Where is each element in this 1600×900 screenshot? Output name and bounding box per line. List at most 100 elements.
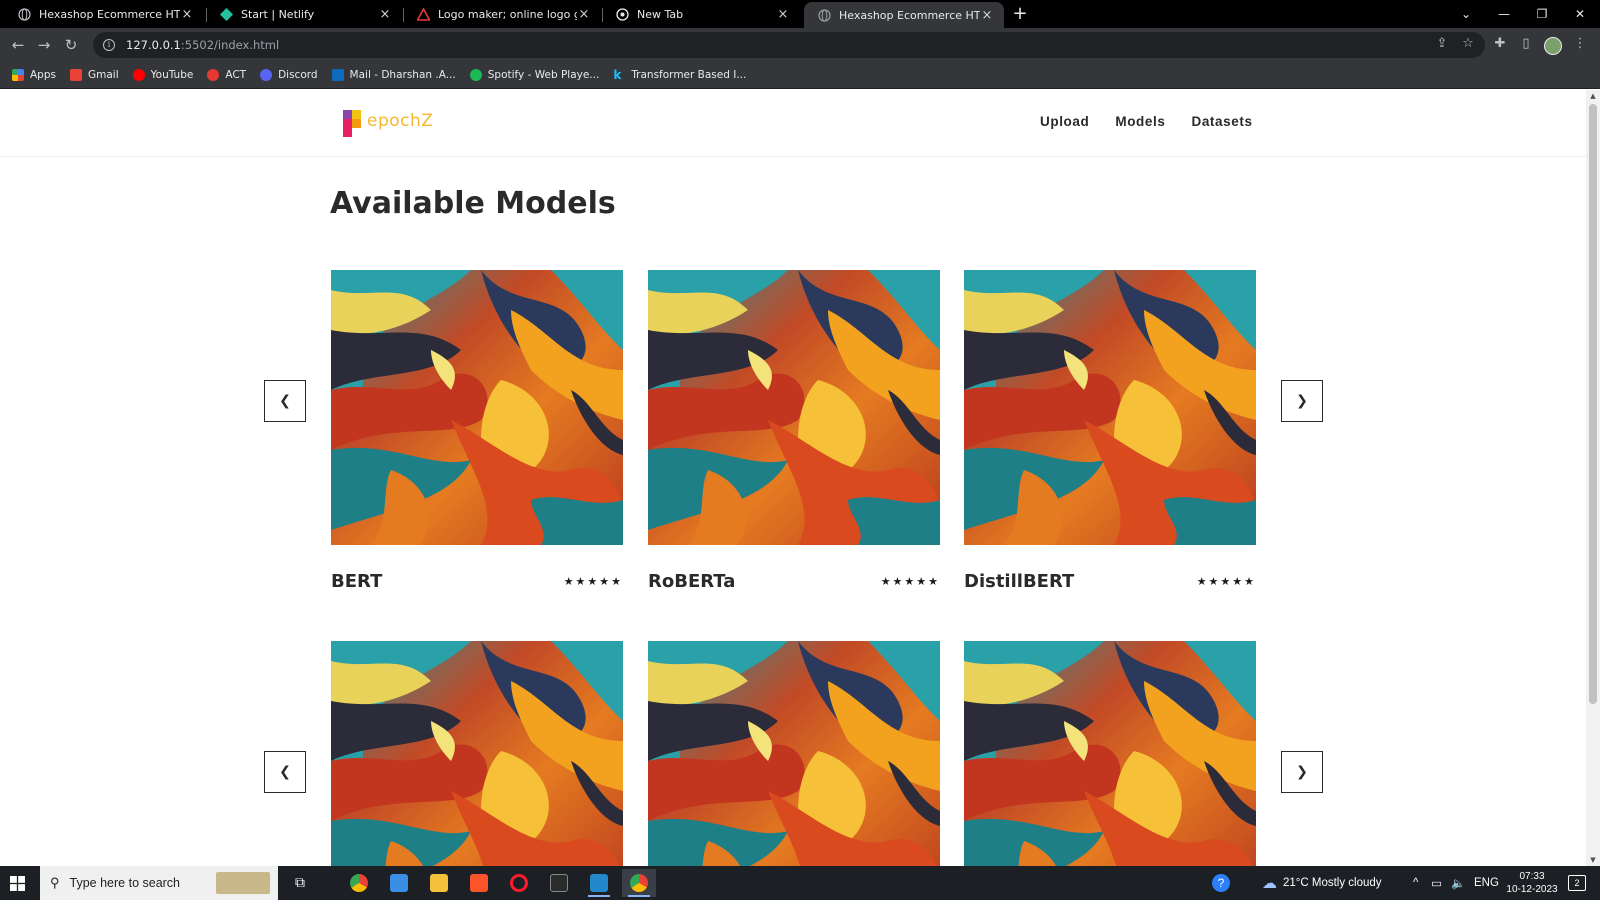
bookmark-label: Spotify - Web Playe... [487,69,600,81]
taskbar-search-input[interactable]: ⚲ Type here to search [40,866,278,900]
model-thumbnail[interactable] [964,641,1256,866]
scrollbar-thumb[interactable] [1589,104,1597,704]
scroll-down-arrow-icon[interactable]: ▼ [1589,856,1597,864]
scroll-up-arrow-icon[interactable]: ▲ [1589,92,1597,100]
terminal-icon[interactable] [542,869,576,897]
close-icon[interactable]: × [577,7,591,22]
web-page: epochZ Upload Models Datasets Available … [0,90,1586,866]
star-rating-icon: ★★★★★ [563,575,623,588]
weather-widget[interactable]: ☁ 21°C Mostly cloudy [1262,866,1382,900]
chrome-icon [616,7,629,21]
model-thumbnail[interactable] [331,270,623,545]
model-card[interactable] [648,641,940,866]
tab-title: Hexashop Ecommerce HTML CSS [39,7,180,21]
brave-browser-icon[interactable] [462,869,496,897]
bookmark-item[interactable]: Spotify - Web Playe... [469,69,600,81]
language-indicator[interactable]: ENG [1474,866,1499,900]
file-explorer-icon[interactable] [422,869,456,897]
bookmark-item[interactable]: Mail - Dharshan .A... [331,69,456,81]
help-icon[interactable]: ? [1212,866,1230,900]
close-icon[interactable]: × [980,8,994,23]
nav-upload[interactable]: Upload [1040,114,1089,129]
chevron-right-icon: ❯ [1296,393,1308,409]
show-hidden-icons-chevron-icon[interactable]: ^ [1413,866,1418,900]
model-thumbnail[interactable] [648,641,940,866]
browser-tab[interactable]: Logo maker; online logo generator × [403,0,601,28]
bookmark-item[interactable]: k Transformer Based I... [613,69,746,81]
bookmark-item[interactable]: Discord [260,69,318,81]
restore-button[interactable]: ❐ [1524,0,1560,28]
windows-start-icon[interactable] [10,876,25,891]
close-icon[interactable]: × [180,7,194,22]
carousel-next-button[interactable]: ❯ [1281,751,1323,793]
page-scrollbar[interactable]: ▲ ▼ [1586,90,1600,866]
bookmark-item[interactable]: ACT [207,69,246,81]
model-card[interactable]: RoBERTa ★★★★★ [648,270,940,592]
chevron-left-icon: ❮ [279,393,291,409]
act-icon [207,69,220,81]
notification-count: 2 [1568,875,1586,891]
tab-search-chevron-icon[interactable]: ⌄ [1448,0,1484,28]
reload-button[interactable]: ↻ [61,35,81,55]
nav-datasets[interactable]: Datasets [1191,114,1252,129]
profile-avatar[interactable] [1544,37,1562,55]
battery-icon[interactable]: ▭ [1431,866,1442,900]
browser-tab[interactable]: Hexashop Ecommerce HTML CSS × [4,0,204,28]
main-nav: Upload Models Datasets [1040,114,1279,129]
browser-tab[interactable]: New Tab × [602,0,800,28]
carousel-prev-button[interactable]: ❮ [264,380,306,422]
extensions-icon[interactable]: ✚ [1491,35,1509,53]
discord-icon [260,69,273,81]
model-card[interactable]: BERT ★★★★★ [331,270,623,592]
site-info-icon[interactable]: i [103,39,115,51]
opera-browser-icon[interactable] [502,869,536,897]
apps-grid-icon [12,69,24,81]
back-button[interactable]: ← [8,35,28,55]
close-icon[interactable]: × [378,7,392,22]
browser-tab[interactable]: Start | Netlify × [206,0,402,28]
menu-kebab-icon[interactable]: ⋮ [1571,35,1589,53]
carousel-next-button[interactable]: ❯ [1281,380,1323,422]
bookmark-item[interactable]: Apps [12,69,56,81]
site-logo[interactable]: epochZ [343,106,435,142]
model-name[interactable]: DistillBERT [964,571,1074,592]
new-tab-button[interactable]: + [1010,4,1030,24]
model-card[interactable] [331,641,623,866]
model-name[interactable]: BERT [331,571,382,592]
bookmark-item[interactable]: Gmail [69,69,119,81]
vscode-icon[interactable] [582,869,616,897]
bookmarks-bar: Apps Gmail YouTube ACT Discord Mail - Dh… [0,62,1600,89]
task-view-icon[interactable]: ⧉ [283,869,317,897]
side-panel-icon[interactable]: ▯ [1517,35,1535,53]
notification-center-icon[interactable]: 2 [1568,866,1586,900]
globe-icon [818,8,831,22]
model-thumbnail[interactable] [964,270,1256,545]
share-icon[interactable]: ⇪ [1433,35,1451,53]
nav-models[interactable]: Models [1115,114,1165,129]
netlify-icon [220,7,233,21]
chrome-taskbar-icon[interactable] [342,869,376,897]
model-thumbnail[interactable] [331,641,623,866]
forward-button[interactable]: → [34,35,54,55]
chrome-active-taskbar-icon[interactable] [622,869,656,897]
model-card[interactable] [964,641,1256,866]
star-rating-icon: ★★★★★ [1196,575,1256,588]
minimize-button[interactable]: — [1486,0,1522,28]
browser-tab-active[interactable]: Hexashop Ecommerce HTML CSS × [804,2,1004,28]
bookmark-star-icon[interactable]: ☆ [1459,35,1477,53]
model-card[interactable]: DistillBERT ★★★★★ [964,270,1256,592]
kaggle-icon: k [613,68,622,82]
carousel-prev-button[interactable]: ❮ [264,751,306,793]
model-name[interactable]: RoBERTa [648,571,735,592]
address-bar[interactable]: i 127.0.0.1:5502/index.html [93,32,1485,58]
app-taskbar-icon[interactable] [382,869,416,897]
volume-icon[interactable]: 🔈 [1451,866,1465,900]
close-icon[interactable]: × [776,7,790,22]
star-rating-icon: ★★★★★ [880,575,940,588]
window-close-button[interactable]: ✕ [1562,0,1598,28]
taskbar-clock[interactable]: 07:33 10-12-2023 [1500,870,1564,896]
browser-tab-bar: Hexashop Ecommerce HTML CSS × Start | Ne… [0,0,1600,28]
clock-time: 07:33 [1519,871,1545,882]
bookmark-item[interactable]: YouTube [132,69,193,81]
model-thumbnail[interactable] [648,270,940,545]
